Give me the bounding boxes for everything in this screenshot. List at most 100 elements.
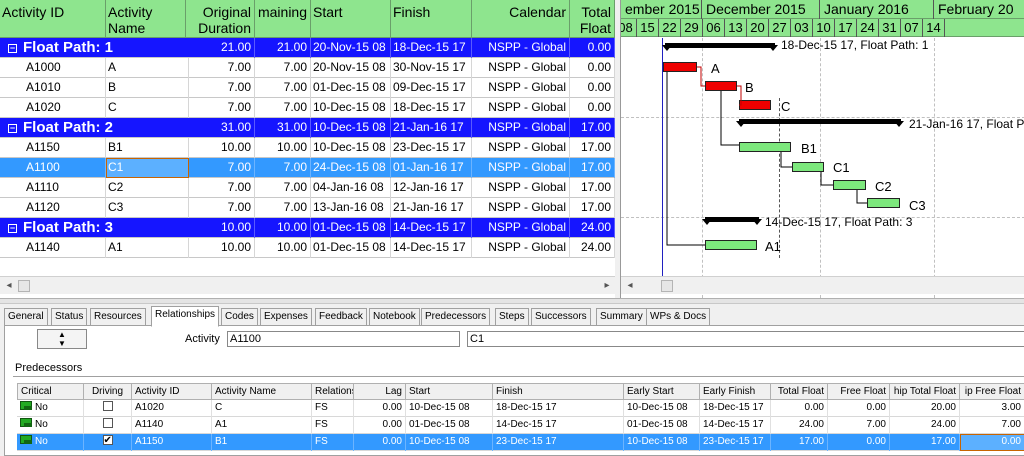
scroll-left-icon[interactable]: ◂: [2, 279, 16, 293]
predecessor-row-a1020[interactable]: No A1020 C FS 0.00 10-Dec-15 08 18-Dec-1…: [17, 400, 1024, 417]
tab-successors[interactable]: Successors: [531, 308, 591, 326]
cell-free-float: 7.00: [828, 417, 890, 434]
prev-next-activity-button[interactable]: ▲ ▼: [37, 329, 87, 349]
cell-path-free-float-focused[interactable]: 0.00: [960, 434, 1024, 451]
group-row-float-path-3[interactable]: − Float Path: 3 10.00 10.00 01-Dec-15 08 …: [0, 218, 615, 238]
cell-id: A1120: [0, 198, 106, 218]
tab-expenses[interactable]: Expenses: [260, 308, 312, 326]
link-b-c: [737, 85, 742, 106]
col-header-total-float[interactable]: Total Float: [570, 0, 615, 38]
collapse-icon[interactable]: −: [8, 124, 17, 133]
cell-calendar: NSPP - Global: [472, 218, 570, 238]
col-header-path-total-float[interactable]: hip Total Float: [890, 383, 960, 400]
cell-start: 01-Dec-15 08: [311, 238, 391, 258]
col-header-start[interactable]: Start: [406, 383, 493, 400]
cell-rem: 7.00: [255, 58, 311, 78]
scroll-thumb[interactable]: [661, 280, 673, 292]
cell-float: 17.00: [570, 138, 615, 158]
tab-resources[interactable]: Resources: [90, 308, 146, 326]
activity-row-a1150[interactable]: A1150 B1 10.00 10.00 10-Dec-15 08 23-Dec…: [0, 138, 615, 158]
scroll-right-icon[interactable]: ▸: [600, 279, 614, 293]
relationships-panel: ▲ ▼ Activity A1100 C1 Predecessors Critic…: [4, 325, 1024, 456]
tab-notebook[interactable]: Notebook: [369, 308, 420, 326]
col-header-total-float[interactable]: Total Float: [771, 383, 828, 400]
cell-driving: [84, 400, 132, 417]
predecessor-row-a1150-selected[interactable]: No A1150 B1 FS 0.00 10-Dec-15 08 23-Dec-…: [17, 434, 1024, 451]
cell-path-total-float: 17.00: [890, 434, 960, 451]
cell-rem: 7.00: [255, 98, 311, 118]
cell-name: A: [106, 58, 189, 78]
predecessors-table: Critical Driving Activity ID Activity Na…: [17, 383, 1024, 455]
driving-checkbox-checked[interactable]: [102, 434, 113, 449]
cell-name: A1: [212, 417, 312, 434]
activity-row-a1140[interactable]: A1140 A1 10.00 10.00 01-Dec-15 08 14-Dec…: [0, 238, 615, 258]
cell-calendar: NSPP - Global: [472, 38, 570, 58]
tab-summary[interactable]: Summary: [596, 308, 647, 326]
col-header-critical[interactable]: Critical: [17, 383, 84, 400]
col-header-early-finish[interactable]: Early Finish: [700, 383, 771, 400]
driving-checkbox[interactable]: [102, 401, 113, 411]
activity-name-field[interactable]: C1: [467, 331, 1024, 347]
cell-rem: 7.00: [255, 158, 311, 178]
cell-orig: 7.00: [189, 178, 255, 198]
cell-finish: 18-Dec-15 17: [493, 400, 624, 417]
collapse-icon[interactable]: −: [8, 44, 17, 53]
col-header-early-start[interactable]: Early Start: [624, 383, 700, 400]
activity-row-a1100-selected[interactable]: A1100 C1 7.00 7.00 24-Dec-15 08 01-Jan-1…: [0, 158, 615, 178]
group-row-float-path-1[interactable]: − Float Path: 1 21.00 21.00 20-Nov-15 08 …: [0, 38, 615, 58]
col-header-activity-name[interactable]: Activity Name: [212, 383, 312, 400]
tab-codes[interactable]: Codes: [221, 308, 258, 326]
detail-tab-strip: General Status Resources Relationships C…: [4, 306, 1024, 327]
cell-calendar: NSPP - Global: [472, 178, 570, 198]
col-header-finish[interactable]: Finish: [391, 0, 472, 38]
activity-row-a1010[interactable]: A1010 B 7.00 7.00 01-Dec-15 08 09-Dec-15…: [0, 78, 615, 98]
col-header-relation[interactable]: Relations: [312, 383, 354, 400]
cell-relation: FS: [312, 400, 354, 417]
tab-feedback[interactable]: Feedback: [315, 308, 367, 326]
tab-steps[interactable]: Steps: [495, 308, 529, 326]
col-header-free-float[interactable]: Free Float: [828, 383, 890, 400]
tab-status[interactable]: Status: [51, 308, 88, 326]
tab-relationships[interactable]: Relationships: [151, 306, 220, 327]
cell-id: A1020: [132, 400, 212, 417]
col-header-original-duration[interactable]: Original Duration: [189, 0, 255, 38]
tab-predecessors[interactable]: Predecessors: [421, 308, 491, 326]
activity-row-a1110[interactable]: A1110 C2 7.00 7.00 04-Jan-16 08 12-Jan-1…: [0, 178, 615, 198]
col-header-remaining-duration[interactable]: maining: [255, 0, 311, 38]
col-header-finish[interactable]: Finish: [493, 383, 624, 400]
activity-row-a1020[interactable]: A1020 C 7.00 7.00 10-Dec-15 08 18-Dec-15…: [0, 98, 615, 118]
scroll-thumb[interactable]: [18, 280, 30, 292]
link-c2-c3: [856, 190, 867, 204]
activity-row-a1120[interactable]: A1120 C3 7.00 7.00 13-Jan-16 08 21-Jan-1…: [0, 198, 615, 218]
group-row-float-path-2[interactable]: − Float Path: 2 31.00 31.00 10-Dec-15 08 …: [0, 118, 615, 138]
col-header-start[interactable]: Start: [311, 0, 391, 38]
cell-orig: 10.00: [189, 218, 255, 238]
gantt-horizontal-scrollbar[interactable]: ◂: [621, 276, 1024, 294]
col-header-activity-name[interactable]: Activity Name: [106, 0, 186, 38]
scroll-left-icon[interactable]: ◂: [623, 279, 637, 293]
tab-wps-docs[interactable]: WPs & Docs: [646, 308, 711, 326]
cell-orig: 7.00: [189, 98, 255, 118]
col-header-activity-id[interactable]: Activity ID: [132, 383, 212, 400]
collapse-icon[interactable]: −: [8, 224, 17, 233]
activity-id-field[interactable]: A1100: [227, 331, 460, 347]
col-header-activity-id[interactable]: Activity ID: [0, 0, 106, 38]
predecessor-row-a1140[interactable]: No A1140 A1 FS 0.00 01-Dec-15 08 14-Dec-…: [17, 417, 1024, 434]
grid-horizontal-scrollbar[interactable]: ◂ ▸: [0, 276, 615, 294]
cell-name-focused[interactable]: C1: [106, 158, 189, 178]
driving-checkbox[interactable]: [102, 418, 113, 428]
tab-general[interactable]: General: [4, 308, 48, 326]
cell-name: C: [212, 400, 312, 417]
cell-calendar: NSPP - Global: [472, 158, 570, 178]
col-header-calendar[interactable]: Calendar: [472, 0, 570, 38]
activity-row-a1000[interactable]: A1000 A 7.00 7.00 20-Nov-15 08 30-Nov-15…: [0, 58, 615, 78]
gantt-chart: ember 2015 December 2015 January 2016 Fe…: [620, 0, 1024, 298]
cell-name: C2: [106, 178, 189, 198]
cell-orig: 21.00: [189, 38, 255, 58]
cell-start: 01-Dec-15 08: [311, 78, 391, 98]
cell-start: 20-Nov-15 08: [311, 38, 391, 58]
col-header-path-free-float[interactable]: ip Free Float: [960, 383, 1024, 400]
col-header-lag[interactable]: Lag: [354, 383, 406, 400]
col-header-driving[interactable]: Driving: [84, 383, 132, 400]
splitter[interactable]: [0, 298, 1024, 304]
